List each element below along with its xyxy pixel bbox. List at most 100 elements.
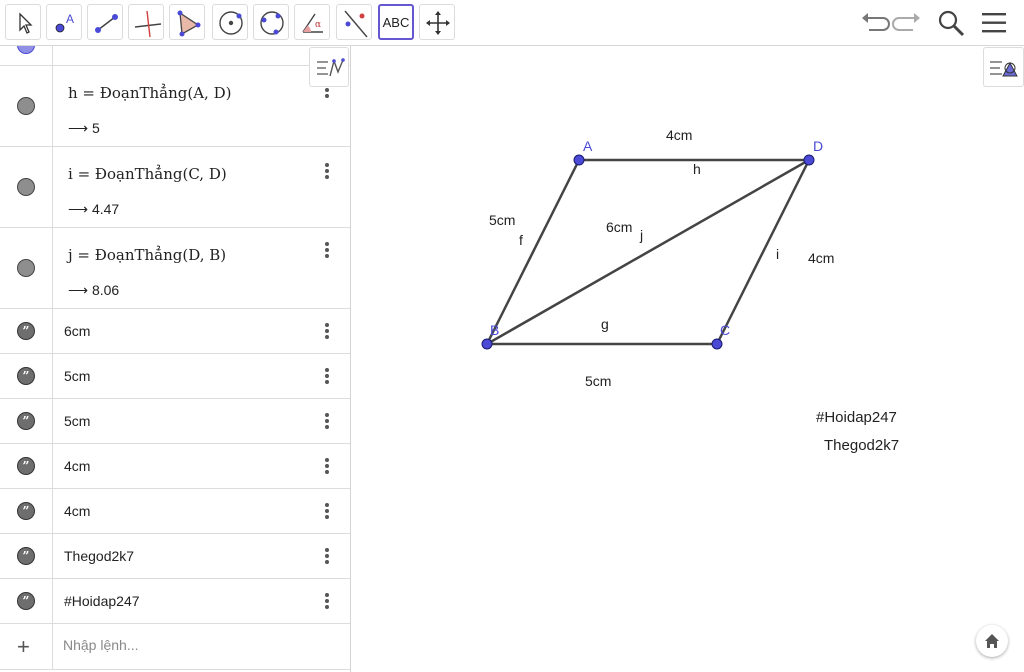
length-text-diagonal[interactable]: 6cm <box>606 219 632 235</box>
definition[interactable]: i = ĐoạnThẳng(C, D) <box>68 165 227 183</box>
length-text-bottom[interactable]: 5cm <box>585 373 611 389</box>
geometry-canvas[interactable]: A B C D h f j i g 4cm 5cm 6cm 4cm 5cm #H… <box>357 46 1024 672</box>
point-icon: A <box>55 12 74 33</box>
point-D[interactable] <box>803 154 815 166</box>
algebra-row-h[interactable]: h = ĐoạnThẳng(A, D) ⟶ 5 <box>0 66 350 147</box>
algebra-row-text[interactable]: ” 5cm <box>0 399 350 444</box>
cursor-arrow-icon <box>19 12 33 34</box>
segment-labels: h f j i g <box>519 161 779 332</box>
algebra-row-j[interactable]: j = ĐoạnThẳng(D, B) ⟶ 8.06 <box>0 228 350 309</box>
geogebra-app: A α ABC h = ĐoạnThẳng(A, D) ⟶ 5 i = Đoạn… <box>0 0 1024 672</box>
angle-tool[interactable]: α <box>294 4 330 40</box>
point-C[interactable] <box>711 338 723 350</box>
text-value[interactable]: 5cm <box>64 368 90 384</box>
segment-label-h: h <box>693 161 701 177</box>
text-object-icon[interactable]: ” <box>17 322 35 340</box>
definition[interactable]: h = ĐoạnThẳng(A, D) <box>68 84 231 102</box>
text-object-icon[interactable]: ” <box>17 367 35 385</box>
polygon-icon <box>177 10 201 37</box>
algebra-row-text[interactable]: ” 5cm <box>0 354 350 399</box>
more-options-icon[interactable] <box>324 458 330 476</box>
text-value[interactable]: 6cm <box>64 323 90 339</box>
menu-icon <box>982 13 1006 33</box>
length-text-left[interactable]: 5cm <box>489 212 515 228</box>
algebra-row-i[interactable]: i = ĐoạnThẳng(C, D) ⟶ 4.47 <box>0 147 350 228</box>
length-text-top[interactable]: 4cm <box>666 127 692 143</box>
algebra-row-text[interactable]: ” Thegod2k7 <box>0 534 350 579</box>
point-label-B: B <box>490 322 499 338</box>
more-options-icon[interactable] <box>324 323 330 341</box>
perpendicular-line-tool[interactable] <box>128 4 164 40</box>
algebra-row-text[interactable]: ” 4cm <box>0 489 350 534</box>
more-options-icon[interactable] <box>324 368 330 386</box>
text-value[interactable]: 4cm <box>64 503 90 519</box>
more-options-icon[interactable] <box>324 593 330 611</box>
visibility-toggle[interactable] <box>17 259 35 277</box>
search-icon <box>938 10 965 37</box>
standard-view-button[interactable] <box>976 625 1008 657</box>
toolbar: A α ABC <box>0 0 1024 46</box>
author-text[interactable]: Thegod2k7 <box>824 437 899 454</box>
text-value[interactable]: #Hoidap247 <box>64 593 140 609</box>
text-tool[interactable]: ABC <box>378 4 414 40</box>
text-object-icon[interactable]: ” <box>17 592 35 610</box>
point-A[interactable] <box>573 154 585 166</box>
algebra-row-partial[interactable] <box>0 46 350 66</box>
algebra-settings-icon <box>317 58 345 77</box>
search-button[interactable] <box>934 6 968 40</box>
plus-icon[interactable]: + <box>17 634 30 660</box>
text-object-icon[interactable]: ” <box>17 502 35 520</box>
input-bar[interactable]: Nhập lệnh... <box>63 637 139 653</box>
circle-center-tool[interactable] <box>212 4 248 40</box>
text-object-icon[interactable]: ” <box>17 457 35 475</box>
definition[interactable]: j = ĐoạnThẳng(D, B) <box>68 246 226 264</box>
point-B[interactable] <box>481 338 493 350</box>
hashtag-text[interactable]: #Hoidap247 <box>816 409 897 426</box>
text-object-icon[interactable]: ” <box>17 547 35 565</box>
move-tool[interactable] <box>5 4 41 40</box>
graphics-settings-icon <box>990 61 1018 77</box>
algebra-view: h = ĐoạnThẳng(A, D) ⟶ 5 i = ĐoạnThẳng(C,… <box>0 46 351 672</box>
visibility-toggle[interactable] <box>17 178 35 196</box>
segments <box>485 158 811 346</box>
redo-button[interactable] <box>891 6 925 40</box>
graphics-view[interactable]: A B C D h f j i g 4cm 5cm 6cm 4cm 5cm #H… <box>357 46 1024 672</box>
algebra-stylebar-button[interactable] <box>309 47 349 87</box>
graphics-stylebar-button[interactable] <box>983 47 1024 87</box>
value: ⟶ 5 <box>68 120 100 136</box>
algebra-row-text[interactable]: ” #Hoidap247 <box>0 579 350 624</box>
text-value[interactable]: Thegod2k7 <box>64 548 134 564</box>
text-value[interactable]: 4cm <box>64 458 90 474</box>
circle-three-points-icon <box>260 11 284 35</box>
svg-text:A: A <box>66 12 74 26</box>
main-menu-button[interactable] <box>977 6 1011 40</box>
angle-icon: α <box>302 13 323 33</box>
text-object-icon[interactable]: ” <box>17 412 35 430</box>
segment-j[interactable] <box>486 158 810 346</box>
segment-label-i: i <box>776 246 779 262</box>
visibility-toggle[interactable] <box>17 97 35 115</box>
text-value[interactable]: 5cm <box>64 413 90 429</box>
more-options-icon[interactable] <box>324 163 330 181</box>
segment-label-j: j <box>639 227 643 243</box>
value: ⟶ 8.06 <box>68 282 120 298</box>
point-tool[interactable]: A <box>46 4 82 40</box>
segment-label-f: f <box>519 232 523 248</box>
more-options-icon[interactable] <box>324 242 330 260</box>
polygon-tool[interactable] <box>169 4 205 40</box>
more-options-icon[interactable] <box>324 413 330 431</box>
algebra-row-text[interactable]: ” 6cm <box>0 309 350 354</box>
segment-icon <box>95 14 118 33</box>
algebra-input-row[interactable]: + Nhập lệnh... <box>0 624 350 670</box>
more-options-icon[interactable] <box>324 548 330 566</box>
undo-icon <box>862 13 890 31</box>
undo-button[interactable] <box>857 6 891 40</box>
move-graphics-view-tool[interactable] <box>419 4 455 40</box>
circle-three-points-tool[interactable] <box>253 4 289 40</box>
segment-tool[interactable] <box>87 4 123 40</box>
svg-text:α: α <box>315 20 321 30</box>
algebra-row-text[interactable]: ” 4cm <box>0 444 350 489</box>
more-options-icon[interactable] <box>324 503 330 521</box>
length-text-right[interactable]: 4cm <box>808 250 834 266</box>
reflect-tool[interactable] <box>336 4 372 40</box>
